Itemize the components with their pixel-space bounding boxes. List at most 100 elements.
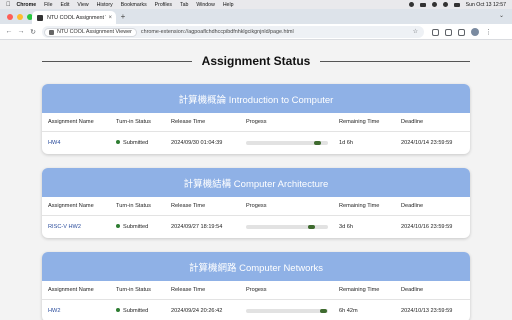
assignment-link[interactable]: HW2 <box>48 308 60 314</box>
course-title: 計算機概論 Introduction to Computer <box>42 84 470 113</box>
progress-fill <box>314 140 322 145</box>
menu-bar-clock[interactable]: Sun Oct 13 12:57 <box>466 2 506 8</box>
tab-close-icon[interactable]: × <box>108 15 112 21</box>
progress-fill <box>307 224 315 229</box>
address-bar[interactable]: NTU COOL Assignment Viewer chrome-extens… <box>42 26 424 38</box>
column-header: Progess <box>240 197 333 216</box>
menu-app-chrome[interactable]: Chrome <box>17 2 37 8</box>
forward-icon[interactable]: → <box>15 28 27 35</box>
extensions-icon[interactable] <box>432 28 439 36</box>
column-header: Deadline <box>395 197 470 216</box>
submitted-dot-icon <box>116 308 120 313</box>
extension-chip-label: NTU COOL Assignment Viewer <box>57 29 132 35</box>
table-row: HW4 Submitted 2024/09/30 01:04:39 1d 6h … <box>42 131 470 154</box>
wifi-icon[interactable] <box>431 2 437 7</box>
status-icon[interactable] <box>408 2 414 7</box>
close-window-icon[interactable] <box>7 14 13 20</box>
progress-bar <box>246 308 328 313</box>
turn-in-status: Submitted <box>110 299 165 320</box>
back-icon[interactable]: ← <box>3 28 15 35</box>
page-header: Assignment Status <box>0 52 512 70</box>
menu-bookmarks[interactable]: Bookmarks <box>121 2 147 8</box>
column-header: Assignment Name <box>42 197 110 216</box>
menu-profiles[interactable]: Profiles <box>155 2 172 8</box>
table-header-row: Assignment Name Turn-in Status Release T… <box>42 197 470 216</box>
column-header: Turn-in Status <box>110 281 165 300</box>
battery-icon[interactable] <box>419 2 426 7</box>
column-header: Turn-in Status <box>110 197 165 216</box>
column-header: Release Time <box>165 113 240 132</box>
progress-bar <box>246 224 328 229</box>
column-header: Deadline <box>395 281 470 300</box>
search-icon[interactable] <box>442 2 448 7</box>
release-time: 2024/09/30 01:04:39 <box>171 139 223 146</box>
column-header: Release Time <box>165 197 240 216</box>
column-header: Remaining Time <box>333 113 395 132</box>
extension-pin-icon[interactable] <box>445 28 452 36</box>
progress-bar <box>246 140 328 145</box>
assignment-link[interactable]: HW4 <box>48 140 60 146</box>
extension-icon <box>49 29 54 35</box>
deadline: 2024/10/13 23:59:59 <box>401 307 453 314</box>
tab-title: NTU COOL Assignment Viewer <box>47 14 106 21</box>
extension-chip[interactable]: NTU COOL Assignment Viewer <box>44 27 137 37</box>
menu-tab[interactable]: Tab <box>180 2 188 8</box>
status-text: Submitted <box>123 139 149 146</box>
tab-search-icon[interactable]: ⌄ <box>499 12 504 19</box>
release-time: 2024/09/24 20:26:42 <box>171 307 223 314</box>
submitted-dot-icon <box>116 140 120 145</box>
column-header: Progess <box>240 113 333 132</box>
course-card: 計算機網路 Computer Networks Assignment Name … <box>42 252 470 320</box>
progress-cell <box>240 131 333 154</box>
browser-toolbar: ← → ↻ NTU COOL Assignment Viewer chrome-… <box>0 24 512 40</box>
remaining-time: 1d 6h <box>339 139 353 146</box>
assignment-table: Assignment Name Turn-in Status Release T… <box>42 113 470 154</box>
progress-fill <box>319 308 328 313</box>
table-header-row: Assignment Name Turn-in Status Release T… <box>42 281 470 300</box>
macos-menu-bar:  Chrome File Edit View History Bookmark… <box>0 0 512 9</box>
column-header: Deadline <box>395 113 470 132</box>
reload-icon[interactable]: ↻ <box>27 28 39 36</box>
course-card: 計算機結構 Computer Architecture Assignment N… <box>42 168 470 238</box>
menu-window[interactable]: Window <box>196 2 214 8</box>
assignment-link[interactable]: RISC-V HW2 <box>48 224 81 230</box>
column-header: Remaining Time <box>333 281 395 300</box>
apple-menu-icon[interactable]:  <box>6 2 11 8</box>
column-header: Turn-in Status <box>110 113 165 132</box>
status-text: Submitted <box>123 307 149 314</box>
course-card: 計算機概論 Introduction to Computer Assignmen… <box>42 84 470 154</box>
menu-history[interactable]: History <box>97 2 113 8</box>
menu-view[interactable]: View <box>77 2 88 8</box>
column-header: Progess <box>240 281 333 300</box>
profile-avatar[interactable] <box>471 28 479 36</box>
title-divider-left <box>42 61 192 62</box>
release-time: 2024/09/27 18:19:54 <box>171 223 223 230</box>
bookmark-star-icon[interactable]: ☆ <box>413 28 418 35</box>
deadline: 2024/10/14 23:59:59 <box>401 139 453 146</box>
title-divider-right <box>320 61 470 62</box>
menu-help[interactable]: Help <box>223 2 234 8</box>
table-header-row: Assignment Name Turn-in Status Release T… <box>42 113 470 132</box>
column-header: Release Time <box>165 281 240 300</box>
menu-edit[interactable]: Edit <box>60 2 69 8</box>
url-text: chrome-extension://agpoaflchdhccpibdfnhk… <box>140 29 294 35</box>
browser-tab[interactable]: NTU COOL Assignment Viewer × <box>32 11 116 24</box>
toolbar-icons: ⋮ <box>432 28 492 36</box>
course-title: 計算機網路 Computer Networks <box>42 252 470 281</box>
table-row: HW2 Submitted 2024/09/24 20:26:42 6h 42m… <box>42 299 470 320</box>
status-text: Submitted <box>123 223 149 230</box>
menu-file[interactable]: File <box>44 2 52 8</box>
assignment-table: Assignment Name Turn-in Status Release T… <box>42 197 470 238</box>
turn-in-status: Submitted <box>110 131 165 154</box>
column-header: Remaining Time <box>333 197 395 216</box>
more-menu-icon[interactable]: ⋮ <box>485 29 492 36</box>
side-panel-icon[interactable] <box>458 28 465 36</box>
tab-strip: NTU COOL Assignment Viewer × + ⌄ <box>0 9 512 24</box>
control-center-icon[interactable] <box>453 2 460 7</box>
minimize-window-icon[interactable] <box>17 14 23 20</box>
extension-page: Assignment Status 計算機概論 Introduction to … <box>0 41 512 320</box>
tab-favicon-icon <box>37 14 43 21</box>
page-title: Assignment Status <box>201 54 311 68</box>
progress-cell <box>240 299 333 320</box>
new-tab-icon[interactable]: + <box>118 11 128 22</box>
